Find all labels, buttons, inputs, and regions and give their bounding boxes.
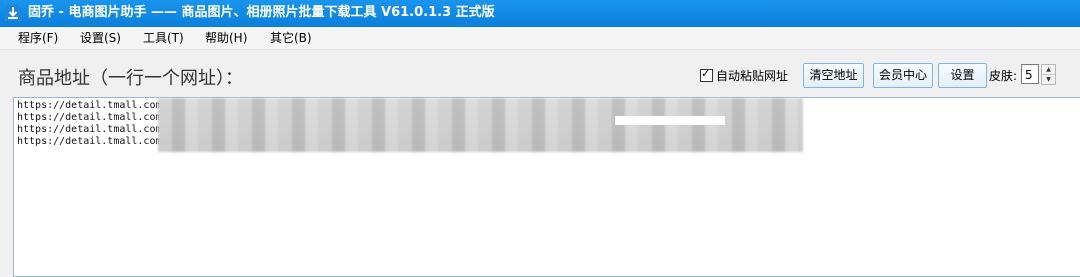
url-line: https://detail.tmall.com [17,112,162,123]
redacted-url-region [158,98,803,152]
download-icon[interactable] [5,5,21,21]
clear-addresses-button[interactable]: 清空地址 [803,63,864,88]
url-line: https://detail.tmall.com [17,124,162,135]
title-bar: 固乔 - 电商图片助手 —— 商品图片、相册照片批量下载工具 V61.0.1.3… [0,0,1080,27]
spin-down-icon[interactable]: ▼ [1042,75,1055,84]
settings-button[interactable]: 设置 [938,63,987,88]
auto-paste-checkbox[interactable]: ✓ [700,66,713,82]
skin-value-field[interactable]: 5 [1021,64,1039,84]
url-line: https://detail.tmall.com [17,136,162,147]
menu-other[interactable]: 其它(B) [270,31,312,45]
checkmark-icon: ✓ [701,66,711,80]
url-input-label: 商品地址（一行一个网址）： [18,68,243,89]
auto-paste-toggle[interactable]: ✓ 自动粘贴网址 [700,67,788,83]
spin-up-icon[interactable]: ▲ [1042,65,1055,75]
skin-label: 皮肤: [989,69,1018,83]
menu-tools[interactable]: 工具(T) [143,31,184,45]
menu-settings[interactable]: 设置(S) [80,31,121,45]
skin-spinner[interactable]: ▲ ▼ [1041,64,1056,85]
redacted-gap [615,116,725,125]
member-center-button[interactable]: 会员中心 [873,63,933,88]
auto-paste-label: 自动粘贴网址 [716,68,789,83]
url-line: https://detail.tmall.com [17,100,162,111]
menu-bar: 程序(F) 设置(S) 工具(T) 帮助(H) 其它(B) [0,27,1080,50]
menu-help[interactable]: 帮助(H) [205,31,247,45]
window-title: 固乔 - 电商图片助手 —— 商品图片、相册照片批量下载工具 V61.0.1.3… [28,5,495,20]
menu-program[interactable]: 程序(F) [18,31,58,45]
